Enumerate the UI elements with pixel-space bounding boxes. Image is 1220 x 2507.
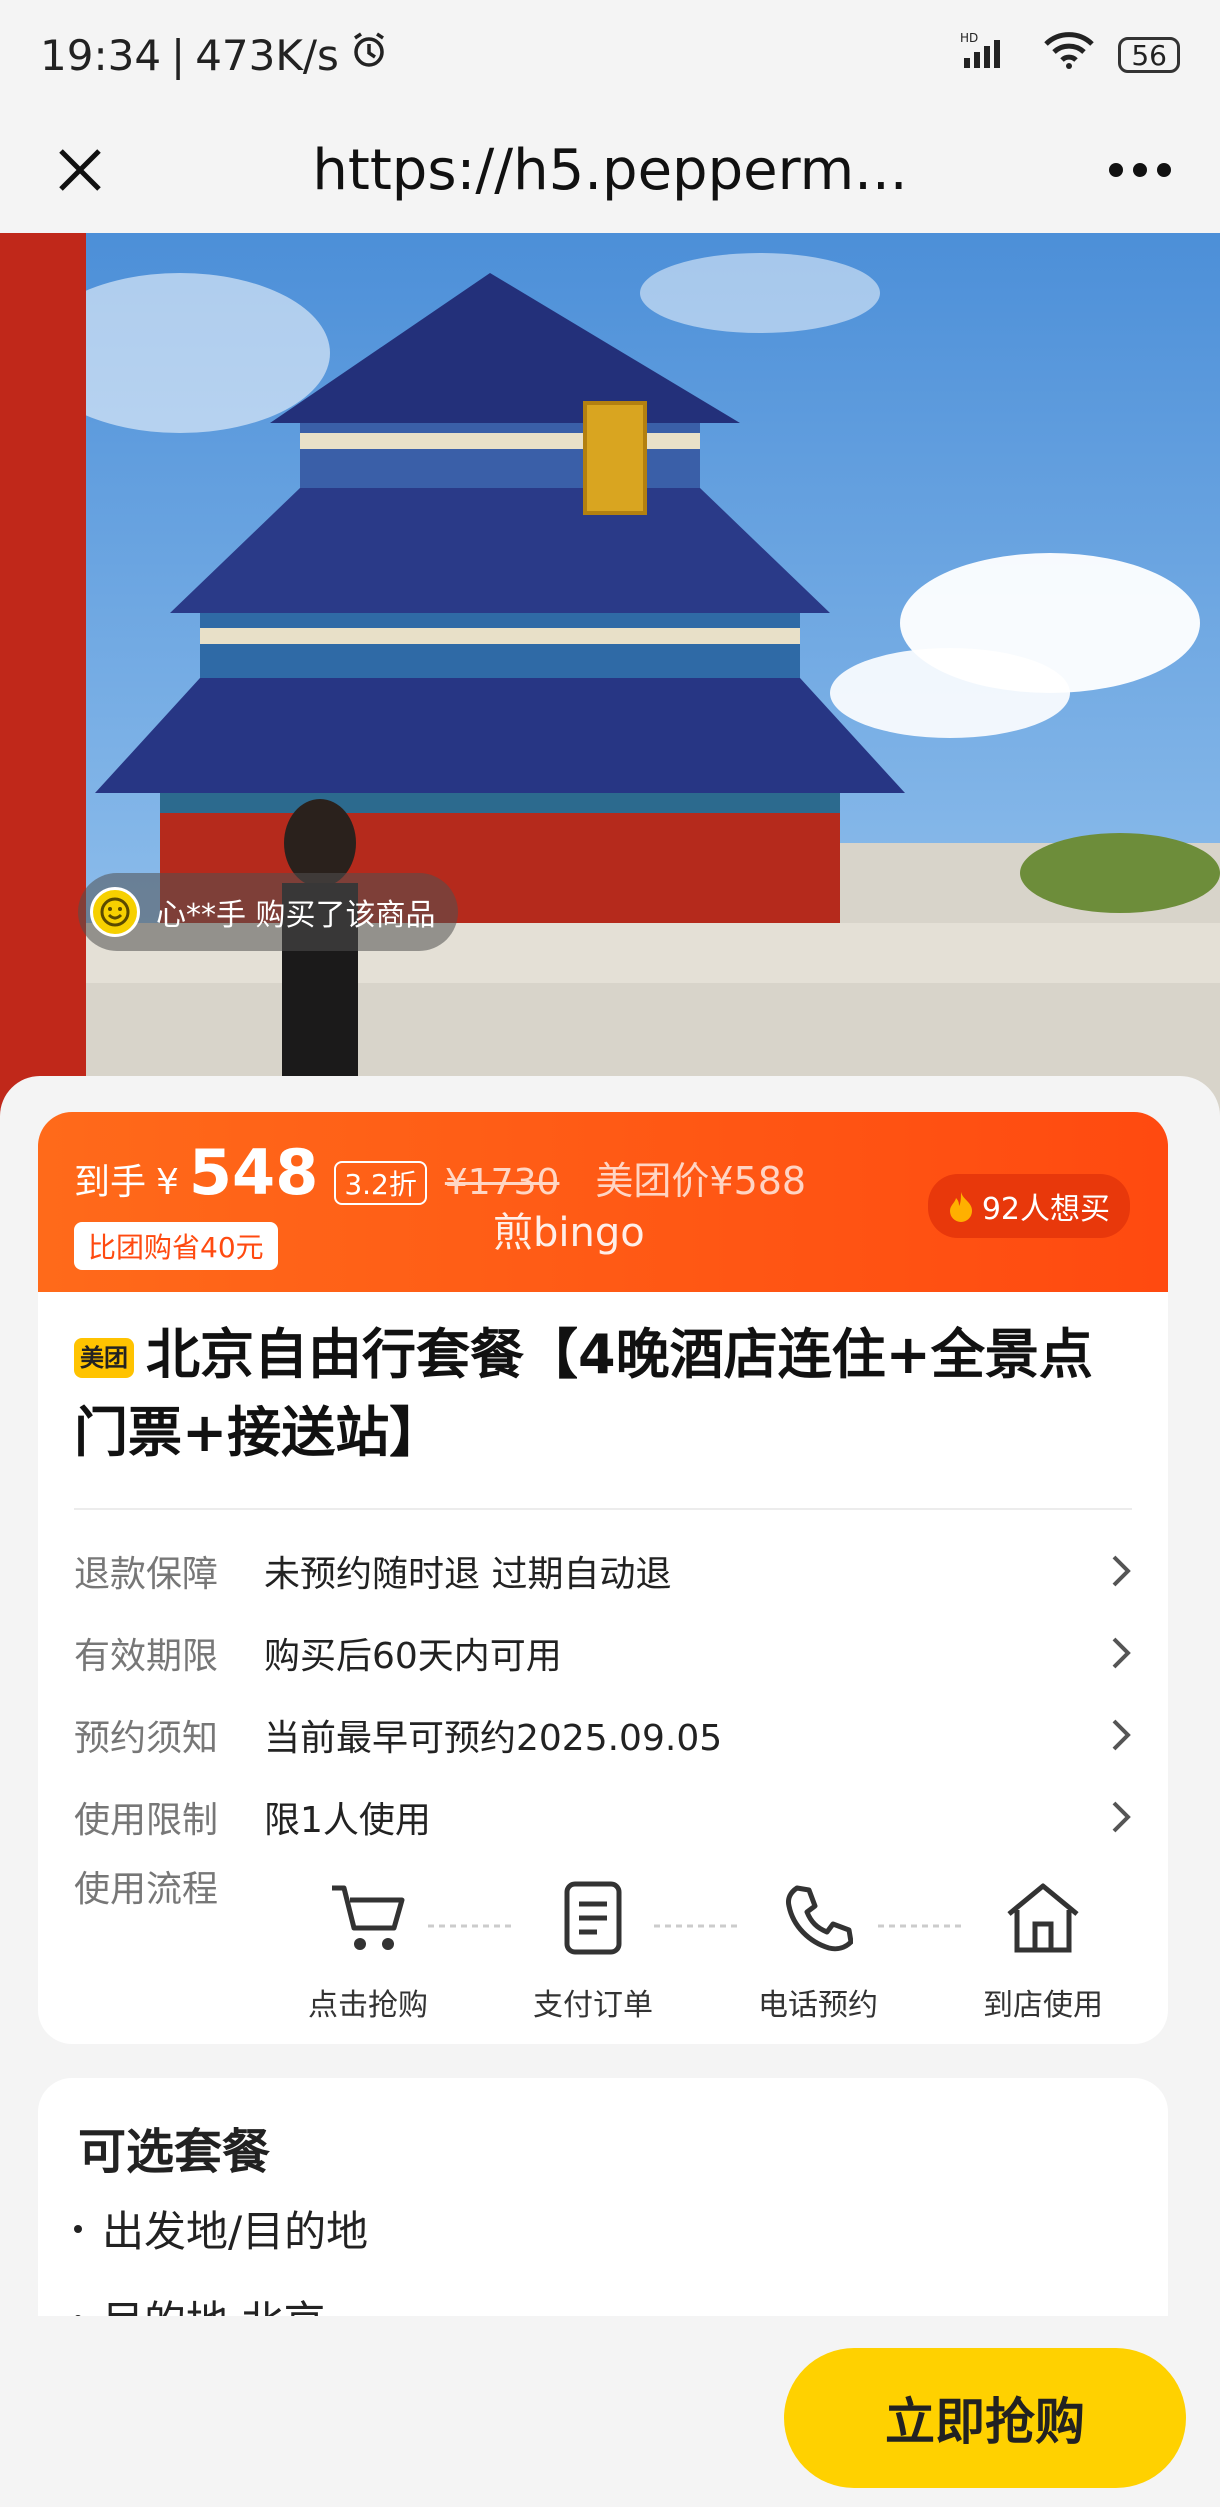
fire-icon [949,1192,972,1222]
info-label: 有效期限 [74,1636,219,1677]
currency-symbol: ¥ [156,1162,179,1203]
product-info-card: 美团 北京自由行套餐【4晚酒店连住+全景点门票+接送站】 退款保障 未预约随时退 … [38,1292,1168,2044]
info-row-usage-limit[interactable]: 使用限制 限1人使用 [74,1782,1132,1852]
flow-step-label: 到店使用 [983,1988,1103,2023]
avatar [90,887,140,937]
package-item[interactable]: 出发地/目的地 [74,2198,368,2259]
usage-flow-label: 使用流程 [74,1869,219,1910]
signal-icon: HD [960,30,1020,80]
buy-now-button[interactable]: 立即抢购 [784,2348,1186,2488]
flow-arrow [878,1924,962,1928]
info-value: 限1人使用 [264,1800,431,1841]
recent-purchase-toast: 心**手 购买了该商品 [78,873,458,951]
price-prefix: 到手 [74,1162,147,1203]
original-price: ¥1730 [444,1162,560,1203]
product-title: 美团 北京自由行套餐【4晚酒店连住+全景点门票+接送站】 [74,1316,1134,1472]
watermark-text: 煎bingo [493,1210,645,1256]
hero-image[interactable]: 心**手 购买了该商品 [0,233,1220,1123]
product-title-text: 北京自由行套餐【4晚酒店连住+全景点门票+接送站】 [74,1323,1093,1464]
receipt-icon [513,1870,673,1966]
meituan-brand-tag: 美团 [74,1338,134,1379]
browser-nav-bar: https://h5.pepperm... [0,110,1220,230]
chevron-right-icon [1092,1635,1132,1671]
want-count: 92人想买 [981,1192,1110,1227]
flow-step-label: 支付订单 [533,1988,653,2023]
phone-icon [738,1870,898,1966]
package-item[interactable]: 目的地 北京 [74,2288,325,2316]
flow-step-call: 电话预约 [738,1870,898,2024]
hd-label: HD [960,31,978,45]
package-item-label: 目的地 北京 [102,2288,325,2316]
price-banner: 到手 ¥ 548 3.2折 ¥1730 美团价¥588 比团购省40元 煎bin… [38,1112,1168,1292]
status-bar: 19:34 | 473K/s HD 56 [0,0,1220,110]
bullet-icon [74,2224,82,2233]
cart-icon [288,1870,448,1966]
battery-indicator: 56 [1118,37,1180,73]
want-count-badge: 92人想买 [927,1174,1130,1238]
alarm-icon [349,30,389,80]
bottom-action-bar: 立即抢购 [0,2316,1220,2507]
divider [74,1508,1132,1510]
info-label: 预约须知 [74,1718,219,1759]
flow-step-buy: 点击抢购 [288,1870,448,2024]
package-item-label: 出发地/目的地 [102,2207,369,2256]
close-button[interactable] [40,130,120,210]
flow-step-store: 到店使用 [963,1870,1123,2024]
info-value: 当前最早可预约2025.09.05 [264,1718,723,1759]
savings-badge: 比团购省40元 [74,1222,278,1270]
smiley-icon [100,897,130,927]
clock: 19:34 [40,30,162,80]
flow-step-pay: 支付订单 [513,1870,673,2024]
info-value: 购买后60天内可用 [264,1636,562,1677]
close-icon [59,149,101,191]
flow-arrow [428,1924,512,1928]
network-speed: 473K/s [195,30,339,80]
package-section-title: 可选套餐 [78,2124,271,2180]
chevron-right-icon [1092,1717,1132,1753]
product-content: 到手 ¥ 548 3.2折 ¥1730 美团价¥588 比团购省40元 煎bin… [0,1076,1220,2316]
chevron-right-icon [1092,1553,1132,1589]
info-label: 退款保障 [74,1554,219,1595]
info-value: 未预约随时退 过期自动退 [264,1554,672,1595]
meituan-price: 美团价¥588 [595,1159,807,1203]
info-row-booking[interactable]: 预约须知 当前最早可预约2025.09.05 [74,1700,1132,1770]
chevron-right-icon [1092,1799,1132,1835]
info-label: 使用限制 [74,1800,219,1841]
wifi-icon [1042,30,1096,80]
flow-step-label: 电话预约 [758,1988,878,2023]
more-icon [1109,163,1171,177]
info-row-refund[interactable]: 退款保障 未预约随时退 过期自动退 [74,1536,1132,1606]
flow-arrow [654,1924,738,1928]
final-price: 548 [188,1136,319,1209]
more-button[interactable] [1100,130,1180,210]
info-row-validity[interactable]: 有效期限 购买后60天内可用 [74,1618,1132,1688]
page-url: https://h5.pepperm... [312,137,908,203]
home-icon [963,1870,1123,1966]
discount-badge: 3.2折 [334,1161,427,1205]
purchase-toast-text: 心**手 购买了该商品 [156,898,436,933]
flow-step-label: 点击抢购 [308,1988,428,2023]
package-options-card: 可选套餐 出发地/目的地 目的地 北京 [38,2078,1168,2316]
